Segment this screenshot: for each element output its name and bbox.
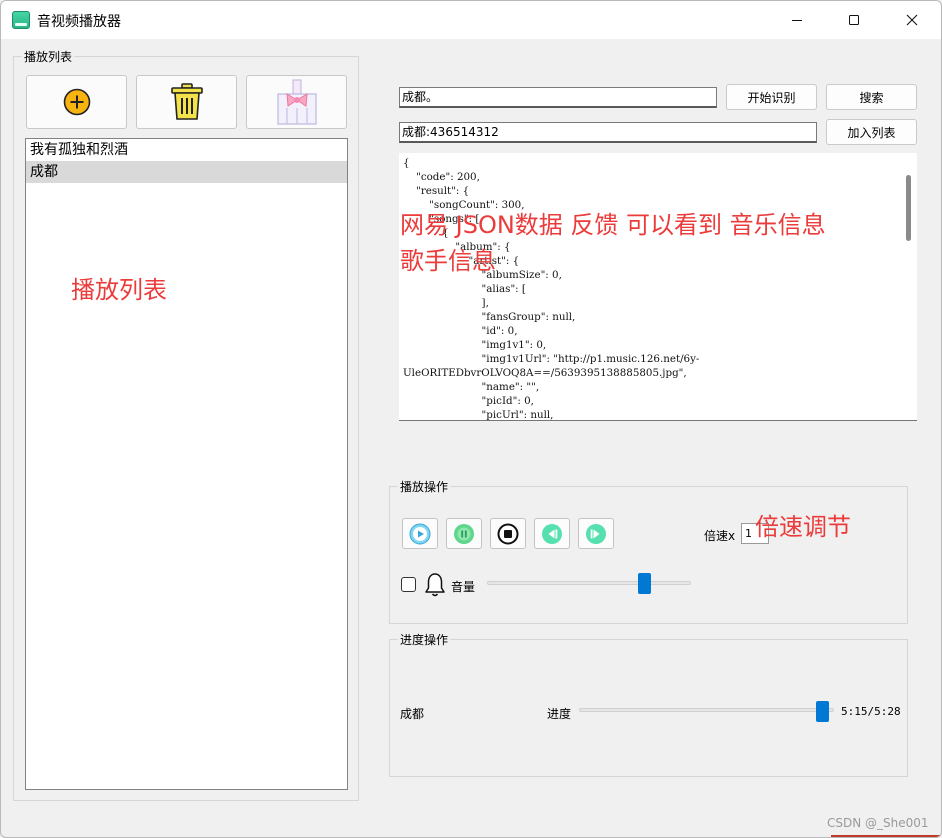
stop-icon (497, 523, 519, 544)
app-icon (12, 11, 30, 29)
minimize-icon (792, 20, 802, 21)
playlist-group-label: 播放列表 (22, 48, 75, 65)
delete-button[interactable] (136, 75, 237, 129)
play-button[interactable] (402, 518, 438, 549)
speed-annotation: 倍速调节 (755, 513, 851, 541)
progress-label: 进度 (547, 707, 572, 721)
progress-group-label: 进度操作 (398, 631, 451, 648)
close-icon (906, 14, 918, 26)
add-button[interactable] (26, 75, 127, 129)
volume-label: 音量 (451, 580, 476, 594)
broom-icon (276, 79, 317, 125)
skip-forward-icon (586, 523, 606, 544)
volume-slider-track[interactable] (487, 581, 691, 585)
search-button[interactable]: 搜索 (826, 84, 917, 110)
playlist-annotation: 播放列表 (71, 276, 167, 304)
json-scrollbar[interactable] (906, 175, 911, 241)
progress-slider-track[interactable] (579, 708, 834, 712)
pause-button[interactable] (446, 518, 482, 549)
json-annotation-line1: 网易 JSON数据 反馈 可以看到 音乐信息 (400, 211, 826, 239)
title-bar: 音视频播放器 (1, 1, 941, 39)
json-output-text: { "code": 200, "result": { "songCount": … (403, 157, 700, 421)
window-title: 音视频播放器 (37, 14, 121, 30)
clear-button[interactable] (246, 75, 347, 129)
json-output-box[interactable]: { "code": 200, "result": { "songCount": … (399, 153, 917, 421)
bell-icon (425, 573, 445, 597)
mute-checkbox[interactable] (401, 577, 416, 592)
stop-button[interactable] (490, 518, 526, 549)
skip-back-icon (542, 523, 562, 544)
close-button[interactable] (883, 1, 941, 39)
pause-icon (454, 523, 474, 544)
main-window: 音视频播放器 播放列表 我有孤独和烈酒 成都 播放列表 成都。 开始识别 搜索 … (0, 0, 942, 838)
playlist-item[interactable]: 我有孤独和烈酒 (26, 139, 347, 161)
search-input[interactable]: 成都。 (399, 87, 717, 108)
current-track-name: 成都 (400, 707, 425, 721)
time-readout: 5:15/5:28 (841, 705, 901, 718)
playback-group: 播放操作 (389, 478, 908, 624)
start-recognize-button[interactable]: 开始识别 (726, 84, 817, 110)
plus-circle-icon (63, 88, 90, 116)
maximize-icon (849, 15, 859, 25)
play-icon (409, 523, 431, 544)
minimize-button[interactable] (768, 1, 826, 39)
trash-icon (170, 83, 203, 120)
speed-label: 倍速x (704, 529, 736, 543)
watermark: CSDN @_She001 (827, 816, 929, 830)
search-result-field[interactable]: 成都:436514312 (399, 122, 817, 143)
playback-group-label: 播放操作 (398, 478, 451, 495)
volume-slider-handle[interactable] (637, 573, 651, 594)
json-annotation-line2: 歌手信息 (400, 247, 496, 275)
playlist[interactable]: 我有孤独和烈酒 成都 (25, 138, 348, 790)
add-to-list-button[interactable]: 加入列表 (826, 119, 917, 145)
previous-button[interactable] (534, 518, 570, 549)
next-button[interactable] (578, 518, 614, 549)
maximize-button[interactable] (825, 1, 883, 39)
playlist-item-selected[interactable]: 成都 (26, 161, 347, 183)
progress-slider-handle[interactable] (816, 701, 830, 722)
